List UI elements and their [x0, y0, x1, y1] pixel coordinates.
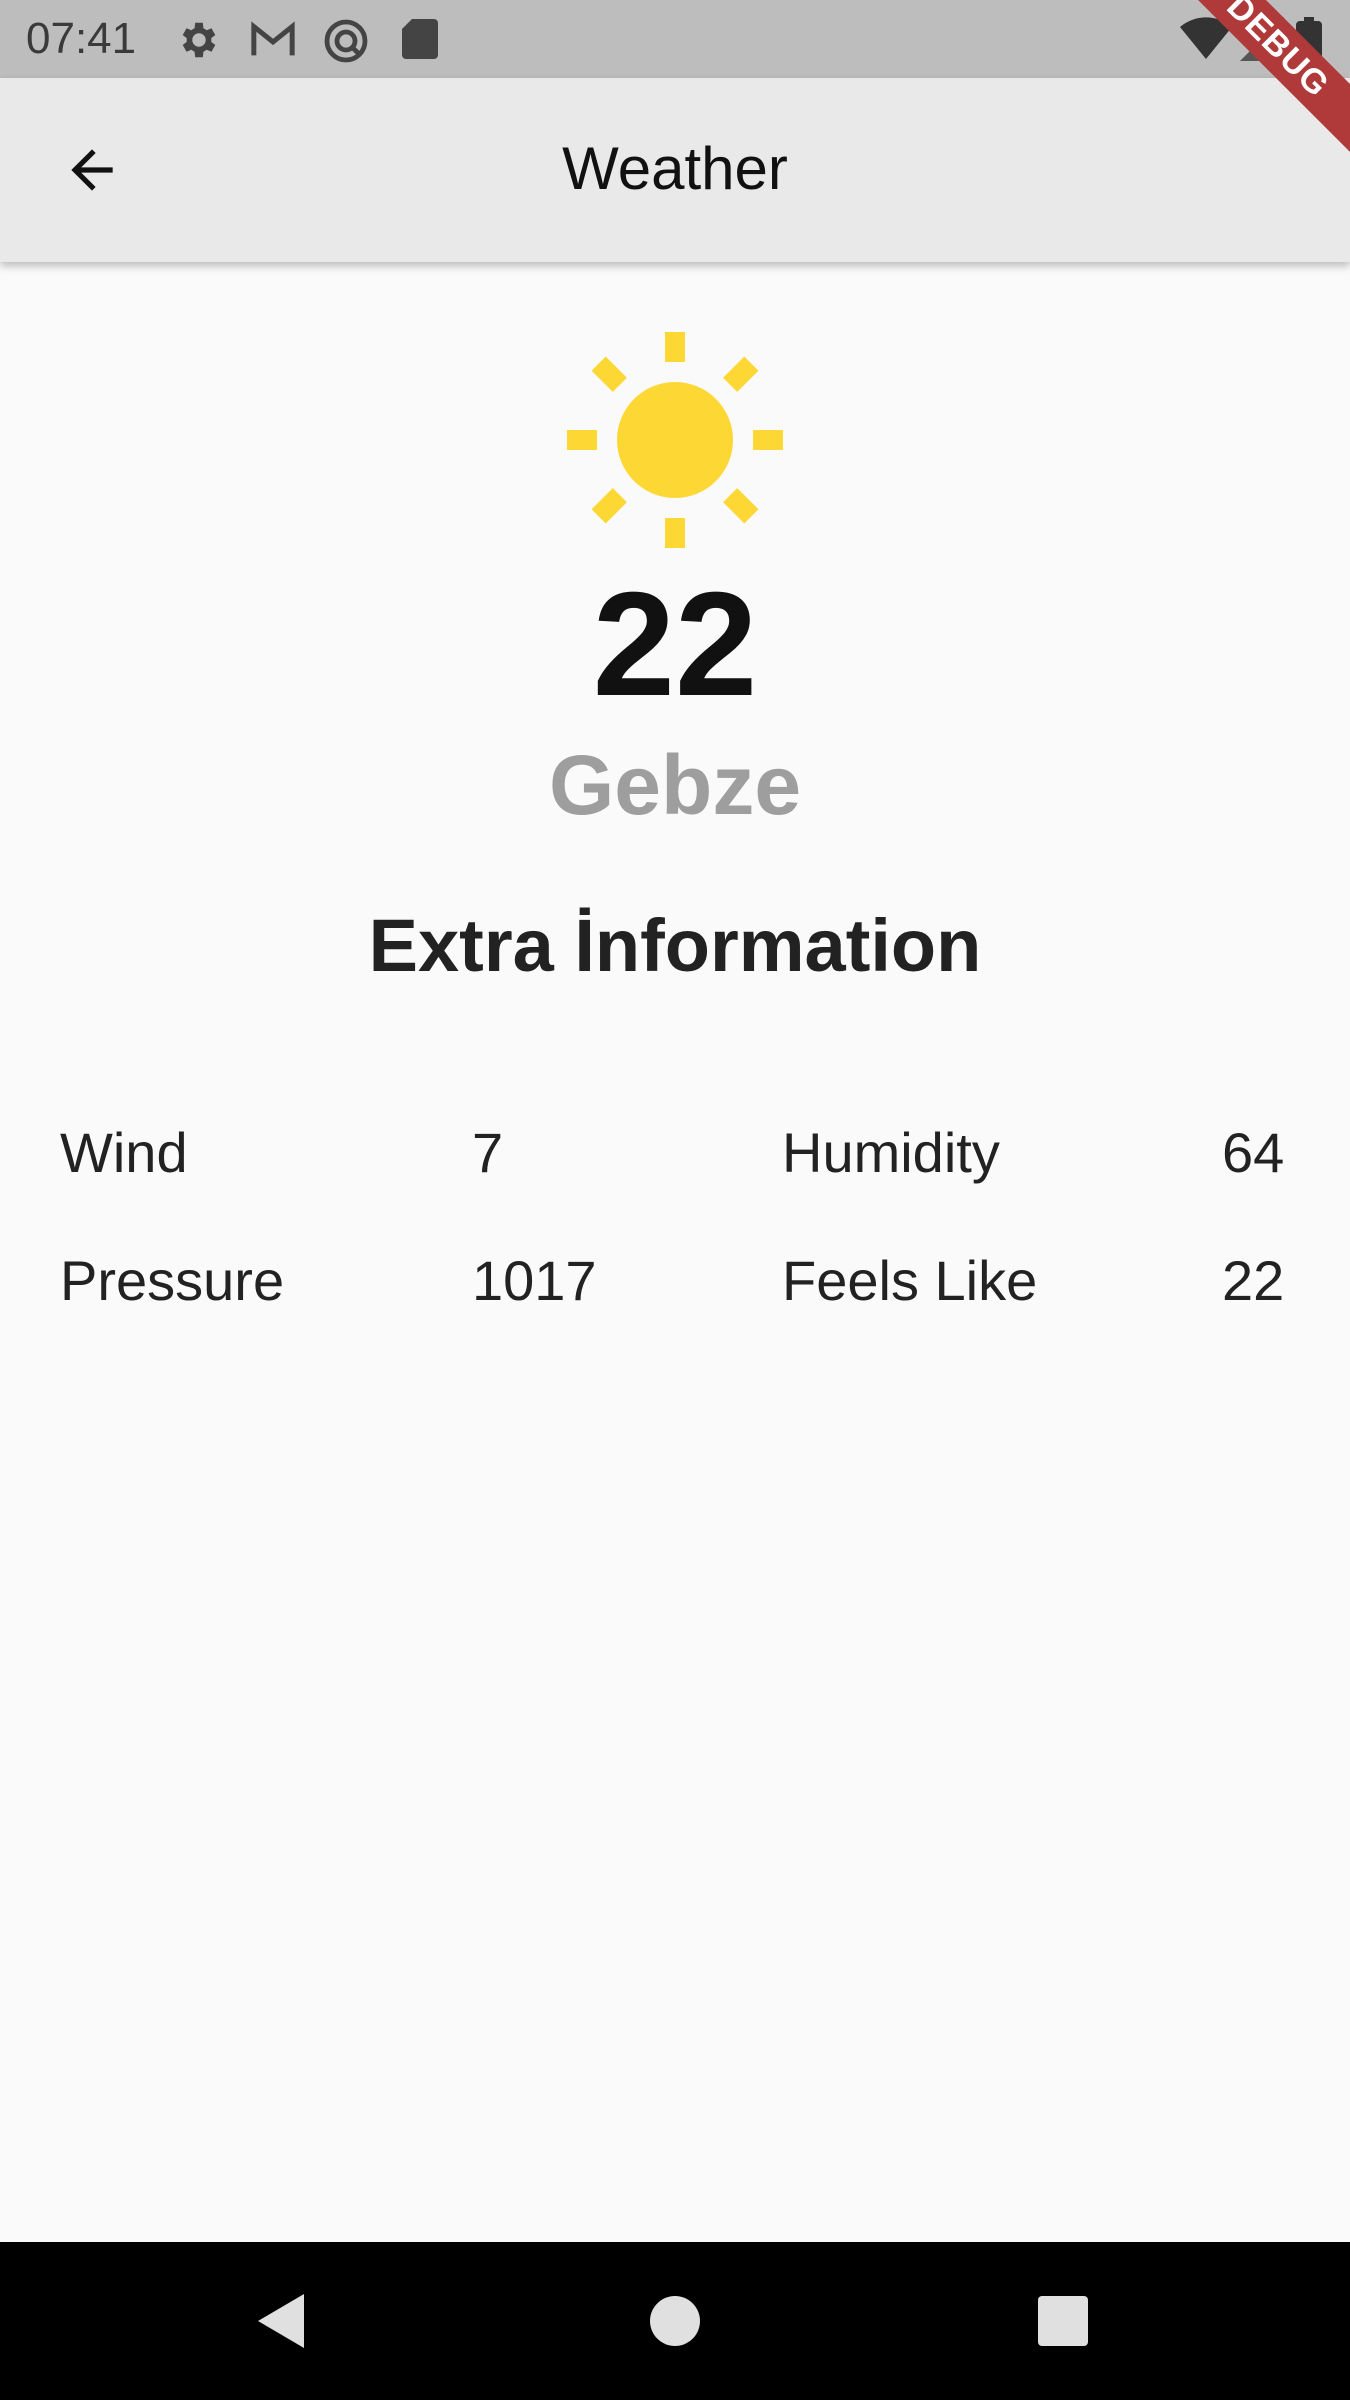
humidity-label: Humidity: [782, 1121, 1000, 1184]
gear-icon: [182, 22, 216, 58]
status-bar: 07:41: [0, 0, 1350, 78]
pressure-value: 1017: [472, 1249, 597, 1312]
back-triangle-icon[interactable]: [252, 2288, 318, 2354]
status-time: 07:41: [26, 14, 137, 63]
wind-value: 7: [472, 1121, 504, 1184]
gmail-icon: [251, 21, 295, 56]
home-circle-icon[interactable]: [642, 2288, 708, 2354]
city-name: Gebze: [548, 738, 802, 832]
pressure-label: Pressure: [60, 1249, 285, 1312]
recents-square-icon[interactable]: [1030, 2288, 1096, 2354]
app-bar: Weather: [0, 78, 1350, 262]
temperature-value: 22: [592, 562, 758, 727]
page-title: Weather: [562, 135, 788, 202]
sun-icon: [567, 332, 783, 548]
feels-like-value: 22: [1222, 1249, 1285, 1312]
feels-like-label: Feels Like: [782, 1249, 1038, 1312]
humidity-value: 64: [1222, 1121, 1285, 1184]
wind-label: Wind: [60, 1121, 188, 1184]
vpn-icon: [324, 19, 368, 63]
extra-information-title: Extra İnformation: [368, 904, 982, 987]
navigation-bar: [0, 2242, 1350, 2400]
sd-card-icon: [402, 19, 438, 59]
